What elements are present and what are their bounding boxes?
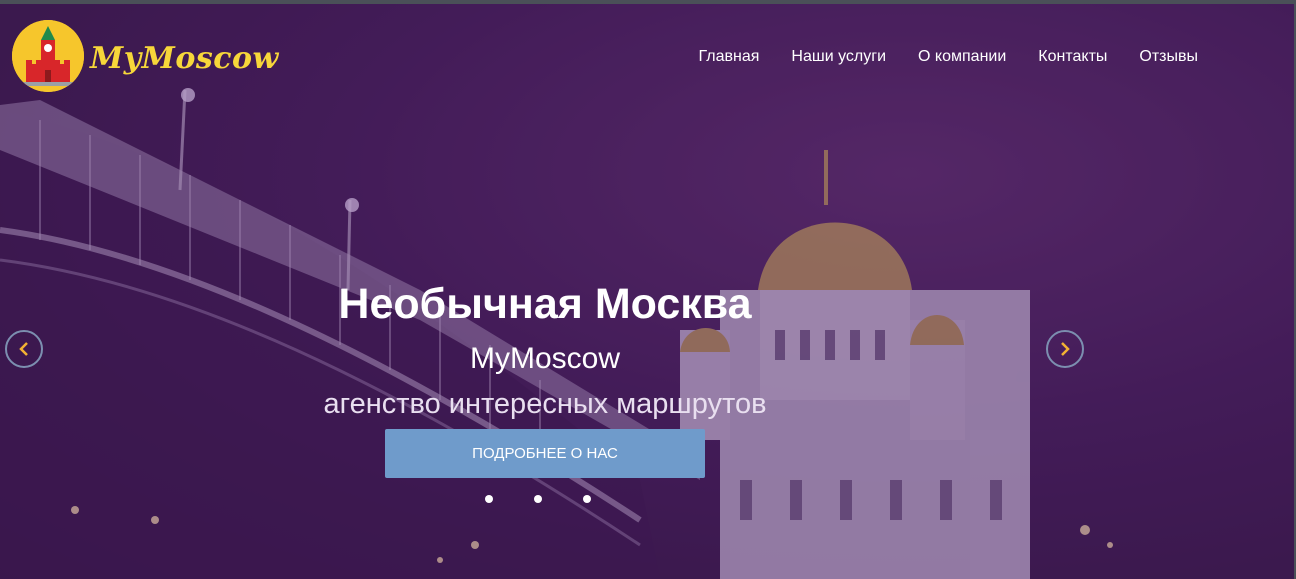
chevron-left-icon	[19, 342, 28, 356]
logo[interactable]: MyMoscow	[12, 20, 279, 92]
slider-next-button[interactable]	[1046, 330, 1084, 368]
slide-dot-2[interactable]	[534, 495, 542, 503]
slider-prev-button[interactable]	[5, 330, 43, 368]
brand-name: MyMoscow	[90, 40, 279, 76]
nav-item-contacts[interactable]: Контакты	[1038, 48, 1107, 66]
hero-title: Необычная Москва	[338, 280, 752, 328]
kremlin-tower-icon	[12, 20, 84, 92]
nav-item-about[interactable]: О компании	[918, 48, 1006, 66]
top-border	[0, 0, 1296, 4]
hero-subtitle: MyMoscow	[469, 342, 620, 375]
nav-item-home[interactable]: Главная	[699, 48, 760, 66]
hero-tagline: агенство интересных маршрутов	[323, 388, 767, 420]
nav-item-services[interactable]: Наши услуги	[791, 48, 886, 66]
chevron-right-icon	[1061, 342, 1070, 356]
more-about-us-button[interactable]: ПОДРОБНЕЕ О НАС	[385, 429, 705, 478]
main-nav: Главная Наши услуги О компании Контакты …	[699, 48, 1198, 66]
slide-dot-3[interactable]	[583, 495, 591, 503]
nav-item-reviews[interactable]: Отзывы	[1139, 48, 1198, 66]
slide-dot-1[interactable]	[485, 495, 493, 503]
hero-slider: MyMoscow Главная Наши услуги О компании …	[0, 0, 1296, 579]
slider-pagination	[485, 495, 591, 503]
